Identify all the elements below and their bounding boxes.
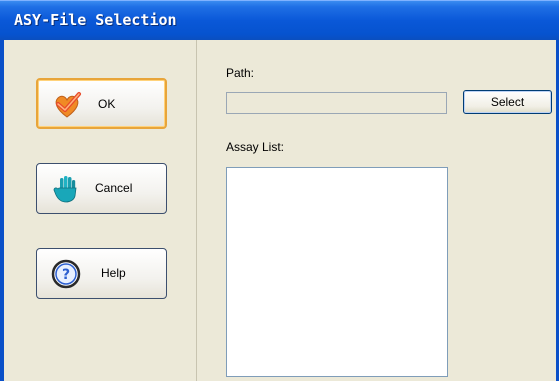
- title-bar[interactable]: ASY-File Selection: [0, 0, 559, 40]
- file-selection-window: ASY-File Selection OK Cancel ? Help Path…: [0, 0, 559, 381]
- select-button[interactable]: Select: [463, 90, 552, 114]
- ok-button[interactable]: OK: [36, 78, 167, 129]
- path-input[interactable]: [226, 92, 447, 114]
- cancel-button-label: Cancel: [95, 181, 133, 195]
- checkmark-heart-icon: [52, 90, 82, 120]
- svg-text:?: ?: [62, 267, 70, 283]
- help-question-icon: ?: [51, 259, 81, 289]
- window-title: ASY-File Selection: [14, 11, 177, 29]
- path-label: Path:: [226, 66, 255, 80]
- help-button-label: Help: [101, 266, 126, 280]
- ok-button-label: OK: [98, 97, 116, 111]
- help-button[interactable]: ? Help: [36, 248, 167, 299]
- assay-listbox[interactable]: [226, 167, 448, 377]
- hand-stop-icon: [51, 174, 81, 204]
- cancel-button[interactable]: Cancel: [36, 163, 167, 214]
- assay-list-label: Assay List:: [226, 140, 285, 154]
